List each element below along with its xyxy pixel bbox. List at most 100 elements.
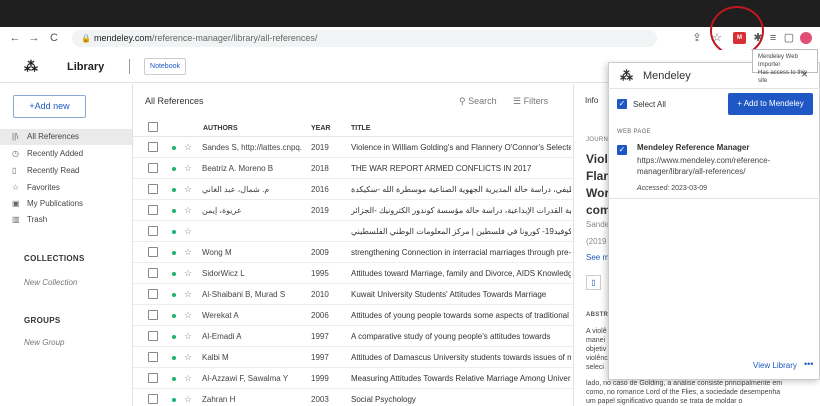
sidebar-item-trash[interactable]: ▥ Trash bbox=[0, 212, 132, 228]
select-all-checkbox[interactable] bbox=[148, 122, 158, 132]
row-year: 2016 bbox=[311, 185, 329, 194]
view-library-link[interactable]: View Library bbox=[753, 361, 797, 370]
row-checkbox[interactable] bbox=[148, 268, 158, 278]
row-authors: Al-Shaibani B, Murad S bbox=[202, 290, 286, 299]
row-year: 2006 bbox=[311, 311, 329, 320]
favorite-star-icon[interactable]: ☆ bbox=[184, 184, 192, 194]
abstract-line: lado, no caso de Golding, a análise cons… bbox=[586, 380, 783, 387]
abstract-heading: ABSTR bbox=[586, 312, 609, 318]
unread-dot-icon bbox=[172, 314, 176, 318]
abstract-line: como, no romance Lord of the Flies, a so… bbox=[586, 389, 781, 396]
url-input[interactable]: 🔒 mendeley.com/reference-manager/library… bbox=[72, 30, 657, 47]
new-group-link[interactable]: New Group bbox=[24, 338, 64, 347]
search-button[interactable]: ⚲ Search bbox=[459, 96, 497, 107]
sidebar-item-all-references[interactable]: ||\ All References bbox=[0, 129, 132, 145]
row-title: Violence in William Golding's and Flanne… bbox=[351, 143, 571, 152]
detail-title-line: Viol bbox=[586, 152, 608, 166]
favorite-star-icon[interactable]: ☆ bbox=[184, 289, 192, 299]
extension-tooltip: Mendeley Web Importer Has access to this… bbox=[752, 49, 818, 84]
row-year: 1997 bbox=[311, 353, 329, 362]
favorite-star-icon[interactable]: ☆ bbox=[184, 247, 192, 257]
web-page-url-line: manager/library/all-references/ bbox=[637, 167, 746, 176]
reading-list-icon[interactable]: ≡ bbox=[767, 31, 779, 45]
row-checkbox[interactable] bbox=[148, 310, 158, 320]
profile-avatar[interactable] bbox=[800, 32, 812, 44]
unread-dot-icon bbox=[172, 398, 176, 402]
new-collection-link[interactable]: New Collection bbox=[24, 278, 77, 287]
detail-authors: Sande bbox=[586, 220, 610, 229]
notebook-button[interactable]: Notebook bbox=[144, 58, 186, 75]
row-checkbox[interactable] bbox=[148, 205, 158, 215]
row-title: Social Psychology bbox=[351, 395, 416, 404]
accessed-label: Accessed: bbox=[637, 185, 670, 192]
select-all-label: Select All bbox=[633, 100, 666, 109]
favorite-star-icon[interactable]: ☆ bbox=[184, 331, 192, 341]
add-to-mendeley-button[interactable]: + Add to Mendeley bbox=[728, 93, 813, 115]
column-year[interactable]: YEAR bbox=[311, 125, 330, 132]
column-authors[interactable]: AUTHORS bbox=[203, 125, 238, 132]
abstract-line: violênc bbox=[586, 355, 608, 362]
favorite-star-icon[interactable]: ☆ bbox=[184, 226, 192, 236]
share-icon[interactable]: ⇪ bbox=[691, 31, 703, 45]
row-checkbox[interactable] bbox=[148, 331, 158, 341]
unread-dot-icon bbox=[172, 272, 176, 276]
row-checkbox[interactable] bbox=[148, 373, 158, 383]
more-options-icon[interactable]: ••• bbox=[804, 359, 813, 369]
filters-button[interactable]: ☰ Filters bbox=[513, 96, 548, 107]
see-more-link[interactable]: See m bbox=[586, 253, 609, 262]
unread-dot-icon bbox=[172, 146, 176, 150]
forward-button[interactable]: → bbox=[27, 31, 41, 45]
row-checkbox[interactable] bbox=[148, 163, 158, 173]
column-title[interactable]: TITLE bbox=[351, 125, 370, 132]
unread-dot-icon bbox=[172, 209, 176, 213]
row-year: 2009 bbox=[311, 248, 329, 257]
row-title: دراسة الاتجاهات الوطنية لمواجهة فيروس كو… bbox=[351, 227, 571, 236]
row-checkbox[interactable] bbox=[148, 184, 158, 194]
row-checkbox[interactable] bbox=[148, 394, 158, 404]
row-checkbox[interactable] bbox=[148, 352, 158, 362]
row-checkbox[interactable] bbox=[148, 289, 158, 299]
close-icon[interactable]: × bbox=[801, 67, 808, 81]
back-button[interactable]: ← bbox=[8, 31, 22, 45]
sidebar-item-my-publications[interactable]: ▣ My Publications bbox=[0, 196, 132, 212]
row-checkbox[interactable] bbox=[148, 247, 158, 257]
row-year: 2003 bbox=[311, 395, 329, 404]
unread-dot-icon bbox=[172, 377, 176, 381]
page-title: Library bbox=[67, 61, 105, 73]
tab-info[interactable]: Info bbox=[585, 96, 598, 105]
unread-dot-icon bbox=[172, 293, 176, 297]
row-checkbox[interactable] bbox=[148, 226, 158, 236]
sidebar-item-recently-added[interactable]: ◷ Recently Added bbox=[0, 146, 132, 162]
filter-icon: ☰ bbox=[513, 96, 524, 106]
sidebar-item-favorites[interactable]: ☆ Favorites bbox=[0, 180, 132, 196]
star-icon: ☆ bbox=[12, 183, 20, 192]
groups-heading: GROUPS bbox=[24, 316, 61, 325]
row-checkbox[interactable] bbox=[148, 142, 158, 152]
favorite-star-icon[interactable]: ☆ bbox=[184, 394, 192, 404]
sidebar-item-label: Recently Read bbox=[27, 166, 80, 175]
favorite-star-icon[interactable]: ☆ bbox=[184, 310, 192, 320]
row-title: Attitudes of Damascus University student… bbox=[351, 353, 571, 362]
abstract-line: manei bbox=[586, 337, 606, 344]
favorite-star-icon[interactable]: ☆ bbox=[184, 142, 192, 152]
favorite-star-icon[interactable]: ☆ bbox=[184, 163, 192, 173]
detail-year: (2019 bbox=[586, 237, 607, 246]
add-new-button[interactable]: +Add new bbox=[13, 95, 86, 118]
row-title: دور رأس المال الفكري في تنمية القدرات ال… bbox=[351, 206, 571, 215]
reload-button[interactable]: C bbox=[47, 31, 61, 45]
web-page-checkbox[interactable]: ✓ bbox=[617, 145, 627, 155]
side-panel-icon[interactable]: ▢ bbox=[783, 31, 795, 45]
favorite-star-icon[interactable]: ☆ bbox=[184, 268, 192, 278]
sidebar-item-recently-read[interactable]: ▯ Recently Read bbox=[0, 163, 132, 179]
select-all-checkbox-popup[interactable]: ✓ bbox=[617, 99, 627, 109]
open-pdf-icon[interactable]: ▯ bbox=[586, 275, 601, 290]
publication-icon: ▣ bbox=[12, 199, 20, 208]
sidebar-item-label: All References bbox=[27, 132, 80, 141]
favorite-star-icon[interactable]: ☆ bbox=[184, 205, 192, 215]
web-page-title: Mendeley Reference Manager bbox=[637, 143, 750, 152]
favorite-star-icon[interactable]: ☆ bbox=[184, 352, 192, 362]
row-authors: Beatriz A. Moreno B bbox=[202, 164, 274, 173]
row-title: THE WAR REPORT ARMED CONFLICTS IN 2017 bbox=[351, 164, 532, 173]
favorite-star-icon[interactable]: ☆ bbox=[184, 373, 192, 383]
abstract-line: objetiv bbox=[586, 346, 607, 353]
